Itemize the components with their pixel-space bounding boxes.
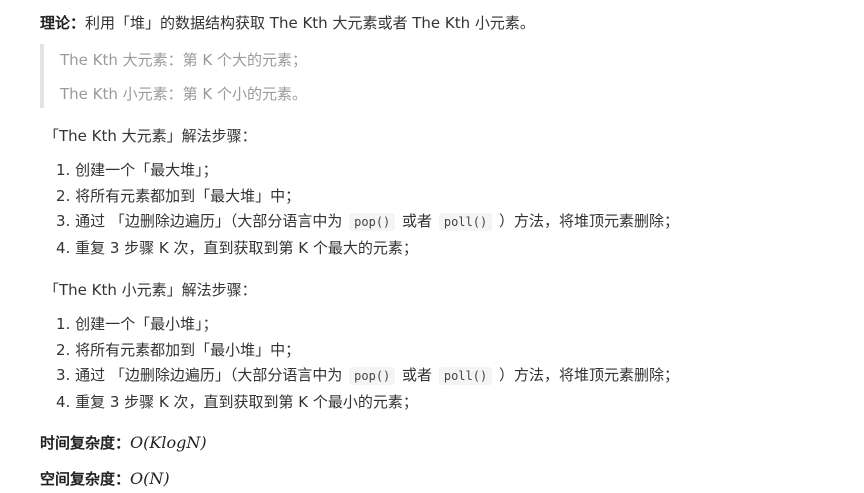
smallest-step-4: 4. 重复 3 步骤 K 次，直到获取到第 K 个最小的元素；: [56, 393, 418, 411]
smallest-step-3: 3. 通过 「边删除边遍历」（大部分语言中为 pop() 或者 poll() ）…: [56, 365, 679, 386]
quote-line-smallest: The Kth 小元素：第 K 个小的元素。: [60, 85, 308, 103]
largest-heading: 「The Kth 大元素」解法步骤：: [44, 127, 257, 145]
poll-code: poll(): [438, 213, 493, 231]
largest-step-2: 2. 将所有元素都加到「最大堆」中；: [56, 187, 301, 205]
space-complexity: 空间复杂度：O(N): [40, 469, 170, 489]
time-complexity: 时间复杂度：O(KlogN): [40, 433, 207, 453]
pop-code: pop(): [349, 367, 396, 385]
blockquote-bar: [40, 44, 44, 108]
smallest-step-1: 1. 创建一个「最小堆」；: [56, 315, 218, 333]
largest-step-3-prefix: 3. 通过 「边删除边遍历」（大部分语言中为: [56, 212, 343, 230]
theory-paragraph: 理论：利用「堆」的数据结构获取 The Kth 大元素或者 The Kth 小元…: [40, 13, 535, 33]
space-complexity-label: 空间复杂度：: [40, 470, 131, 488]
smallest-step-2: 2. 将所有元素都加到「最小堆」中；: [56, 341, 301, 359]
time-complexity-label: 时间复杂度：: [40, 434, 131, 452]
largest-step-3-suffix: ）方法，将堆顶元素删除；: [498, 212, 679, 230]
largest-step-3: 3. 通过 「边删除边遍历」（大部分语言中为 pop() 或者 poll() ）…: [56, 211, 679, 232]
smallest-step-3-mid: 或者: [402, 366, 433, 384]
theory-text: 利用「堆」的数据结构获取 The Kth 大元素或者 The Kth 小元素。: [85, 14, 535, 32]
poll-code: poll(): [438, 367, 493, 385]
largest-step-3-mid: 或者: [402, 212, 433, 230]
time-complexity-value: O(KlogN): [130, 433, 207, 452]
smallest-step-3-prefix: 3. 通过 「边删除边遍历」（大部分语言中为: [56, 366, 343, 384]
largest-step-4: 4. 重复 3 步骤 K 次，直到获取到第 K 个最大的元素；: [56, 239, 418, 257]
space-complexity-value: O(N): [130, 469, 170, 488]
pop-code: pop(): [349, 213, 396, 231]
smallest-heading: 「The Kth 小元素」解法步骤：: [44, 281, 257, 299]
quote-line-largest: The Kth 大元素：第 K 个大的元素；: [60, 51, 308, 69]
largest-step-1: 1. 创建一个「最大堆」；: [56, 161, 218, 179]
smallest-step-3-suffix: ）方法，将堆顶元素删除；: [498, 366, 679, 384]
theory-label: 理论：: [40, 14, 86, 32]
